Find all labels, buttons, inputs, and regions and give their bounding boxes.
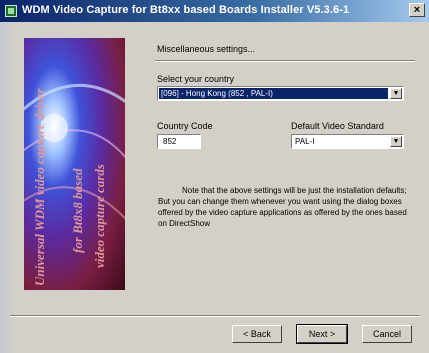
chevron-down-icon[interactable]: ▼ bbox=[390, 136, 402, 147]
close-button[interactable]: × bbox=[409, 3, 425, 17]
video-standard-label: Default Video Standard bbox=[291, 121, 384, 131]
info-note: Note that the above settings will be jus… bbox=[158, 186, 407, 228]
cancel-button[interactable]: Cancel bbox=[362, 325, 412, 343]
installer-window: WDM Video Capture for Bt8xx based Boards… bbox=[0, 0, 429, 353]
sidebar-banner: Universal WDM video capture driver for B… bbox=[24, 38, 125, 290]
country-select-value: [096] - Hong Kong (852 , PAL-I) bbox=[159, 88, 388, 99]
country-code-field[interactable]: 852 bbox=[157, 134, 201, 149]
banner-text-line2: for Bt8x8 based bbox=[70, 168, 85, 254]
window-title: WDM Video Capture for Bt8xx based Boards… bbox=[22, 4, 350, 16]
title-bar[interactable]: WDM Video Capture for Bt8xx based Boards… bbox=[0, 0, 429, 22]
bottom-divider bbox=[10, 315, 420, 317]
chevron-down-icon[interactable]: ▼ bbox=[390, 88, 402, 99]
country-code-label: Country Code bbox=[157, 121, 213, 131]
video-standard-select[interactable]: PAL-I ▼ bbox=[291, 134, 404, 149]
left-shadow bbox=[0, 22, 14, 353]
banner-text-line1: Universal WDM video capture driver bbox=[32, 88, 47, 286]
country-select[interactable]: [096] - Hong Kong (852 , PAL-I) ▼ bbox=[157, 86, 404, 101]
video-standard-value: PAL-I bbox=[295, 137, 315, 146]
back-button[interactable]: < Back bbox=[232, 325, 282, 343]
country-label: Select your country bbox=[157, 74, 235, 84]
app-icon bbox=[5, 5, 17, 17]
next-button[interactable]: Next > bbox=[296, 324, 348, 344]
section-title: Miscellaneous settings... bbox=[157, 44, 256, 54]
banner-text-line3: video capture cards bbox=[92, 164, 107, 268]
section-divider bbox=[155, 60, 415, 62]
